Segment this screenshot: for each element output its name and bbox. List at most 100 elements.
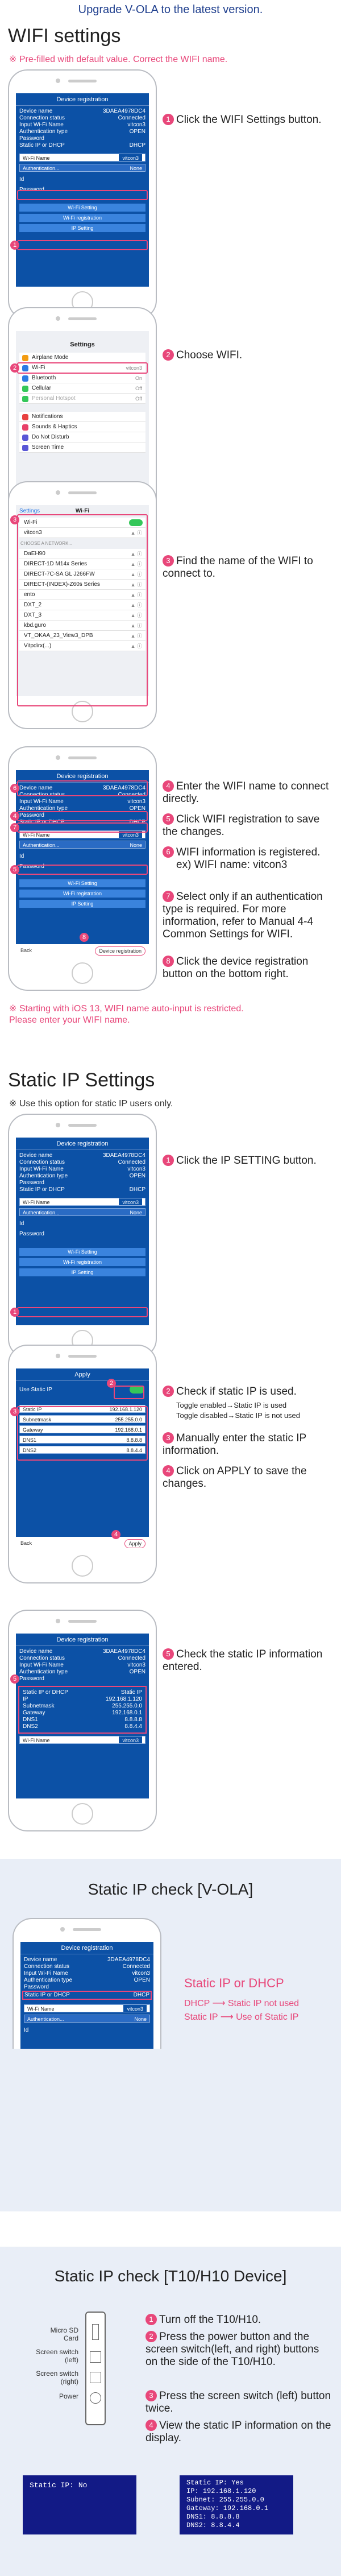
pin-s3: 3	[10, 1407, 19, 1416]
menu-dnd[interactable]: Do Not Disturb	[19, 432, 145, 443]
t10-step-1: 1 Turn off the T10/H10.	[145, 2314, 333, 2326]
label-right: Screen switch (right)	[36, 2370, 78, 2385]
lcd-static-no: Static IP: No	[23, 2475, 136, 2534]
wifi-step-7: 7 Select only if an authentication type i…	[163, 891, 323, 940]
wifi-step-1: 1 Click the WIFI Settings button.	[163, 114, 333, 126]
wifi-setting-button[interactable]: Wi-Fi Setting	[19, 204, 145, 212]
authentication-select[interactable]: Authentication... None	[19, 164, 145, 172]
page: Upgrade V-OLA to the latest version. WIF…	[0, 0, 341, 2576]
vola-label: Static IP or DHCP	[184, 1976, 284, 1990]
back-button[interactable]: Back	[20, 1540, 32, 1546]
power-button[interactable]	[90, 2392, 101, 2404]
t10-step-4: 4 View the static IP information on the d…	[145, 2420, 331, 2444]
sd-card-slot	[92, 2324, 99, 2340]
device-registration-screen-3: Device registration Device name 3DAEA4978…	[16, 1138, 149, 1325]
pin-5: 5	[10, 865, 19, 874]
back-button[interactable]: Back	[20, 948, 32, 953]
screen-title: Device registration	[16, 93, 149, 106]
phone-result: Device registration Device name 3DAEA4978…	[8, 1610, 157, 1831]
static-ip-info: Static IP or DHCP Static IP IP 192.168.1.1…	[18, 1686, 147, 1734]
wifi-name-field[interactable]: Wi-Fi Name vitcon3	[19, 1736, 145, 1744]
authentication-select[interactable]: Authentication... None	[19, 1208, 145, 1216]
menu-sounds[interactable]: Sounds & Haptics	[19, 422, 145, 432]
wifi-registration-button[interactable]: Wi-Fi registration	[19, 890, 145, 898]
vola-line-2: Static IP ⟶ Use of Static IP	[184, 2012, 299, 2022]
highlight-wifi-register	[17, 865, 148, 875]
device-registration-screen-2: Device registration Device name 3DAEA4978…	[16, 770, 149, 958]
wifi-step-8: 8 Click the device registration button on…	[163, 956, 309, 980]
t10-step-3: 3 Press the screen switch (left) button t…	[145, 2390, 331, 2414]
vola-line-1: DHCP ⟶ Static IP not used	[184, 1999, 299, 2008]
phone-apply: Apply Use Static IP Static IP 192.168.1.1…	[8, 1345, 157, 1583]
highlight-wifi-setting	[17, 240, 148, 250]
device-registration-button[interactable]: Device registration	[95, 946, 145, 956]
authentication-select[interactable]: Authentication... None	[19, 841, 145, 849]
screen-switch-left[interactable]	[90, 2351, 101, 2363]
label-power: Power	[59, 2392, 78, 2400]
label-sd: Micro SD Card	[50, 2326, 78, 2342]
ip-setting-button[interactable]: IP Setting	[19, 224, 145, 232]
phone-ip-setting: Device registration Device name 3DAEA4978…	[8, 1114, 157, 1358]
static-step-5: 5 Check the static IP information entered…	[163, 1648, 323, 1673]
t10-check-title: Static IP check [T10/H10 Device]	[54, 2267, 287, 2285]
pin-4: 4	[10, 812, 19, 821]
ip-setting-button[interactable]: IP Setting	[19, 1268, 145, 1276]
highlight-network-list	[17, 514, 148, 706]
wifi-setting-button[interactable]: Wi-Fi Setting	[19, 1248, 145, 1256]
static-step-4: 4 Click on APPLY to save the changes.	[163, 1465, 307, 1490]
menu-bluetooth[interactable]: Bluetooth On	[19, 373, 145, 383]
result-screen: Device registration Device name 3DAEA4978…	[16, 1634, 149, 1798]
t10-step-2: 2 Press the power button and the screen s…	[145, 2331, 319, 2368]
highlight-input-name	[17, 780, 148, 796]
highlight-fields	[17, 1406, 148, 1461]
ip-setting-button[interactable]: IP Setting	[19, 900, 145, 908]
wifi-step-5: 5 Click WIFI registration to save the cha…	[163, 813, 320, 838]
device-info-list: Device name 3DAEA4978DC4 Connection statu…	[19, 108, 145, 148]
wifi-step-3: 3 Find the name of the WIFI to connect to…	[163, 555, 313, 580]
screen-switch-right[interactable]	[90, 2372, 101, 2383]
wifi-registration-button[interactable]: Wi-Fi registration	[19, 1258, 145, 1266]
vola-check-title: Static IP check [V-OLA]	[88, 1880, 253, 1898]
menu-cellular[interactable]: Cellular Off	[19, 383, 145, 394]
menu-airplane[interactable]: Airplane Mode	[19, 353, 145, 363]
wifi-section-title: WIFI settings	[8, 25, 121, 47]
pin-1: 1	[10, 241, 19, 250]
wifi-step-4: 4 Enter the WIFI name to connect directly…	[163, 780, 329, 805]
menu-hotspot[interactable]: Personal Hotspot Off	[19, 394, 145, 404]
highlight-wifi-name-2	[17, 811, 148, 821]
settings-title: Settings	[70, 341, 95, 348]
pin-3: 3	[10, 515, 19, 524]
static-step-1: 1 Click the IP SETTING button.	[163, 1155, 333, 1167]
wifi-step-6: 6 WIFI information is registered. ex) WIFI…	[163, 846, 333, 871]
wifi-name-field[interactable]: Wi-Fi Name vitcon3	[19, 1198, 145, 1206]
phone-vola: Device registration Device name 3DAEA4978…	[13, 1918, 161, 2049]
highlight-ip-setting	[17, 1307, 148, 1317]
highlight-toggle	[114, 1386, 144, 1399]
pin-s5: 5	[10, 1674, 19, 1684]
vola-screen: Device registration Device name 3DAEA4978…	[20, 1942, 153, 2049]
highlight-wifi-name	[17, 190, 148, 200]
pin-7: 7	[10, 823, 19, 832]
pin-2: 2	[10, 363, 19, 373]
pin-s4: 4	[111, 1530, 120, 1539]
ios-note: ※ Starting with iOS 13, WIFI name auto-i…	[9, 1004, 244, 1025]
static-note: ※ Use this option for static IP users on…	[9, 1099, 173, 1109]
wifi-setting-button[interactable]: Wi-Fi Setting	[19, 879, 145, 887]
highlight-wifi-menu	[17, 362, 148, 374]
wifi-step-2: 2 Choose WIFI.	[163, 349, 333, 362]
pin-6: 6	[10, 784, 19, 793]
pin-8: 8	[80, 933, 89, 942]
menu-screen-time[interactable]: Screen Time	[19, 443, 145, 453]
upgrade-banner: Upgrade V-OLA to the latest version.	[78, 3, 263, 16]
lcd-static-yes: Static IP: Yes IP: 192.168.1.120 Subnet:…	[180, 2475, 293, 2534]
label-left: Screen switch (left)	[36, 2348, 78, 2364]
menu-notifications[interactable]: Notifications	[19, 412, 145, 422]
wifi-name-field[interactable]: Wi-Fi Name vitcon3	[19, 154, 145, 162]
static-step-2: 2 Check if static IP is used. Toggle enab…	[163, 1386, 333, 1421]
static-section-title: Static IP Settings	[8, 1069, 155, 1091]
pin-s2: 2	[107, 1379, 116, 1388]
apply-button[interactable]: Apply	[124, 1539, 145, 1548]
wifi-note: ※ Pre-filled with default value. Correct…	[9, 55, 228, 64]
pin-s1: 1	[10, 1308, 19, 1317]
wifi-registration-button[interactable]: Wi-Fi registration	[19, 214, 145, 222]
